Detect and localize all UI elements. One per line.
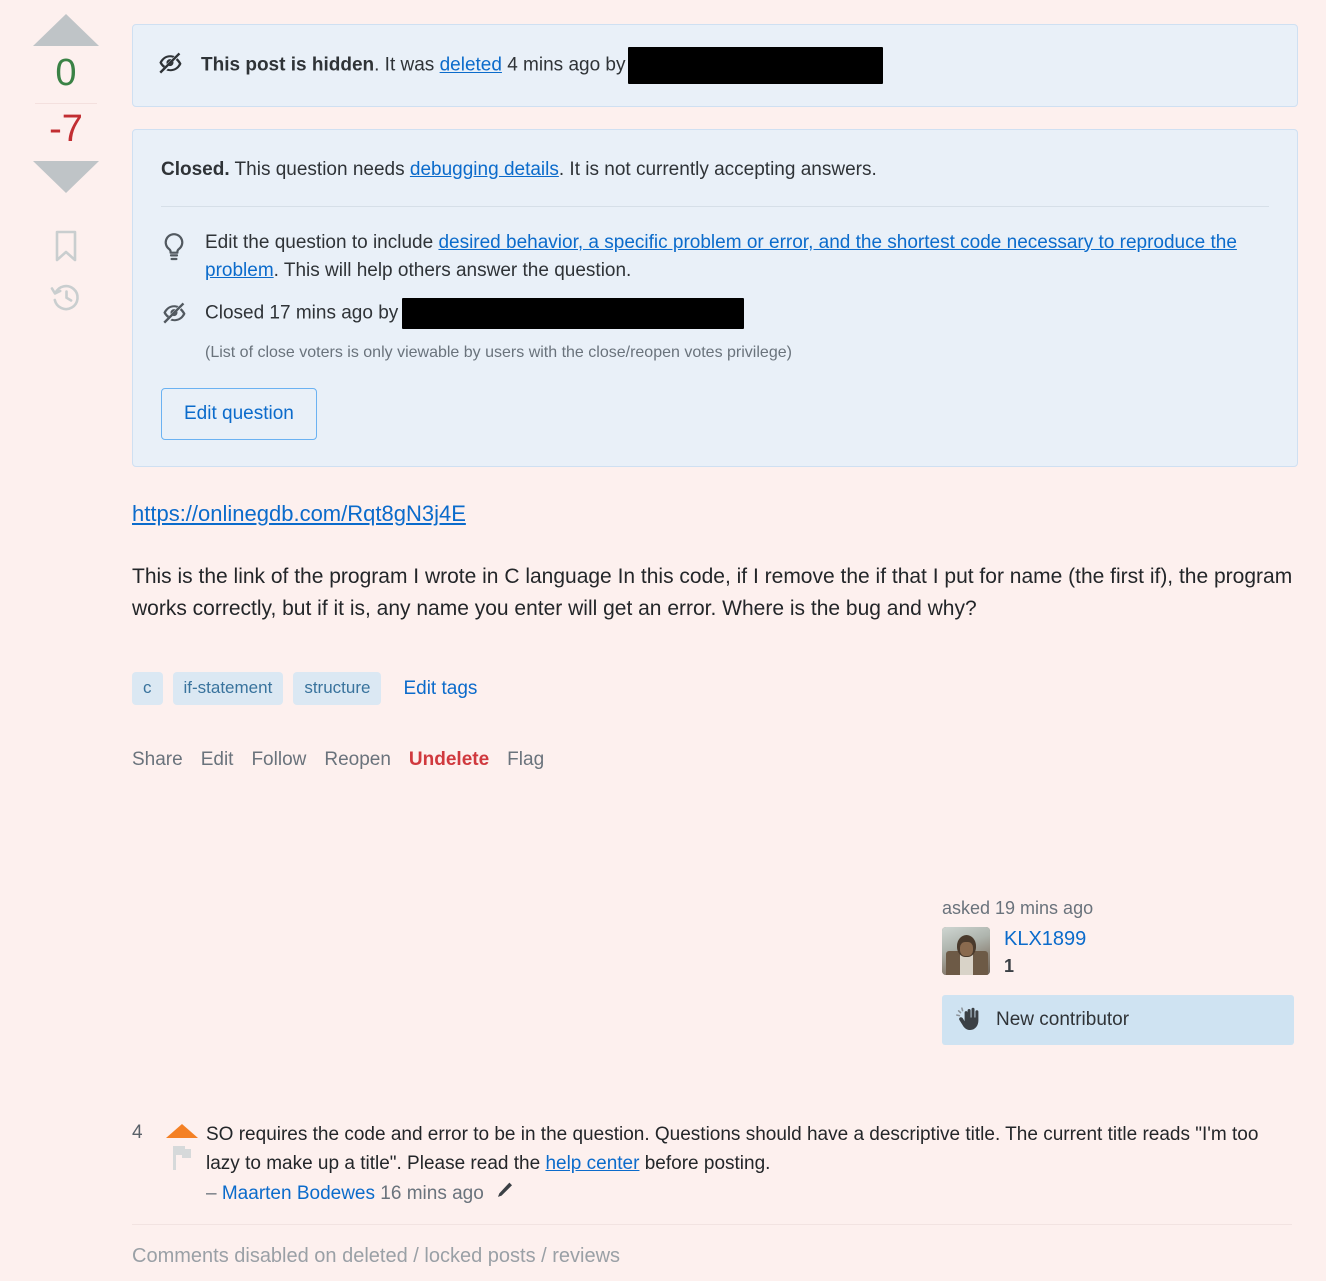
- asked-user-card: asked 19 mins ago KLX1899 1 New contribu…: [942, 898, 1294, 1045]
- comment-dash: –: [206, 1182, 222, 1204]
- user-row: KLX1899 1: [942, 927, 1294, 977]
- reason-pre: Edit the question to include: [205, 231, 439, 253]
- redacted-close-voters: [402, 298, 745, 330]
- reopen-link[interactable]: Reopen: [324, 749, 391, 771]
- tag-item[interactable]: c: [132, 672, 163, 706]
- flag-link[interactable]: Flag: [507, 749, 544, 771]
- username-link[interactable]: KLX1899: [1004, 928, 1086, 950]
- comment-score: 4: [132, 1122, 143, 1143]
- notice-divider: [161, 205, 1269, 207]
- comment-meta: – Maarten Bodewes 16 mins ago: [206, 1179, 1292, 1210]
- share-link[interactable]: Share: [132, 749, 183, 771]
- tag-list: c if-statement structure Edit tags: [132, 672, 1326, 706]
- hidden-notice-tail: 4 mins ago by: [501, 54, 626, 76]
- lightbulb-icon: [161, 229, 205, 262]
- closed-headline-post: . It is not currently accepting answers.: [558, 159, 877, 180]
- new-contributor-badge: New contributor: [942, 995, 1294, 1045]
- debugging-details-link[interactable]: debugging details: [410, 159, 559, 180]
- close-reason-text: Edit the question to include desired beh…: [205, 229, 1269, 287]
- comment-icon-column: [158, 1118, 206, 1172]
- reputation-score: 1: [1004, 956, 1015, 976]
- close-reason-row: Edit the question to include desired beh…: [161, 229, 1269, 287]
- onlinegdb-link[interactable]: https://onlinegdb.com/Rqt8gN3j4E: [132, 501, 466, 526]
- flag-icon[interactable]: [169, 1144, 195, 1172]
- asked-timestamp: asked 19 mins ago: [942, 898, 1094, 918]
- eye-slash-icon: [161, 298, 205, 325]
- post-action-links: Share Edit Follow Reopen Undelete Flag: [132, 749, 1326, 771]
- closed-notice-headline: Closed. This question needs debugging de…: [161, 156, 1269, 184]
- redacted-username: [627, 47, 883, 84]
- vote-up-arrow-icon[interactable]: [33, 14, 99, 46]
- comment-timestamp: 16 mins ago: [380, 1182, 484, 1204]
- closed-by-label: Closed 17 mins ago by: [205, 302, 399, 324]
- comment-body: SO requires the code and error to be in …: [206, 1118, 1292, 1210]
- pencil-icon[interactable]: [495, 1181, 515, 1210]
- deleted-link[interactable]: deleted: [440, 55, 502, 76]
- comment-author-link[interactable]: Maarten Bodewes: [222, 1183, 375, 1204]
- tag-item[interactable]: structure: [293, 672, 382, 706]
- closed-label: Closed.: [161, 159, 230, 180]
- bookmark-icon[interactable]: [51, 229, 81, 263]
- close-voters-privilege-note: (List of close voters is only viewable b…: [205, 344, 792, 362]
- closed-headline-pre: This question needs: [229, 159, 410, 180]
- comments-disabled-note: Comments disabled on deleted / locked po…: [132, 1245, 621, 1268]
- post-cell: This post is hidden. It was deleted 4 mi…: [132, 0, 1326, 771]
- comment-list: 4 SO requires the code and error to be i…: [132, 1118, 1292, 1268]
- question-post: 0 -7 This post is hidden. It was deleted…: [0, 0, 1326, 1281]
- hidden-notice-after: . It was: [374, 54, 440, 76]
- vote-score: -7: [49, 107, 83, 150]
- comment-upvote-icon[interactable]: [166, 1124, 198, 1138]
- avatar[interactable]: [942, 927, 990, 975]
- post-body-paragraph: This is the link of the program I wrote …: [132, 565, 1293, 620]
- post-closed-notice: Closed. This question needs debugging de…: [132, 129, 1298, 468]
- vote-down-arrow-icon[interactable]: [33, 161, 99, 194]
- edit-question-button[interactable]: Edit question: [161, 388, 317, 441]
- accepted-answer-count: 0: [55, 52, 77, 94]
- undelete-link[interactable]: Undelete: [409, 749, 489, 771]
- eye-slash-icon: [157, 51, 183, 84]
- help-center-link[interactable]: help center: [545, 1153, 639, 1174]
- waving-hand-icon: [956, 1007, 984, 1033]
- closed-by-row: Closed 17 mins ago by: [161, 298, 1269, 330]
- vote-divider: [35, 102, 97, 104]
- vote-cell: 0 -7: [0, 0, 132, 313]
- history-icon[interactable]: [50, 281, 82, 313]
- edit-tags-link[interactable]: Edit tags: [403, 678, 477, 700]
- closed-by-text: Closed 17 mins ago by: [205, 298, 1269, 330]
- tag-item[interactable]: if-statement: [172, 672, 284, 706]
- comment-text-part-2: before posting.: [639, 1153, 771, 1175]
- comment-item: 4 SO requires the code and error to be i…: [132, 1118, 1292, 1226]
- new-contributor-label: New contributor: [996, 1009, 1130, 1030]
- hidden-notice-bold: This post is hidden: [201, 54, 375, 76]
- reason-post: . This will help others answer the quest…: [273, 260, 632, 282]
- follow-link[interactable]: Follow: [251, 749, 306, 771]
- edit-link[interactable]: Edit: [201, 749, 234, 771]
- post-body-link-line: https://onlinegdb.com/Rqt8gN3j4E: [132, 501, 1326, 527]
- post-hidden-notice: This post is hidden. It was deleted 4 mi…: [132, 24, 1298, 107]
